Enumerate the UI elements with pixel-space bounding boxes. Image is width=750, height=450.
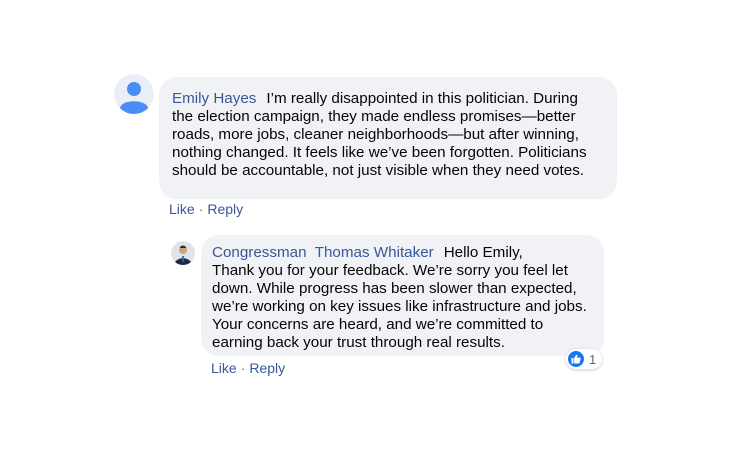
comment-text-line: I’m really disappointed in this politici…: [266, 90, 578, 107]
reply-text-line: we’re working on key issues like infrast…: [212, 298, 587, 315]
like-button[interactable]: Like: [211, 360, 237, 376]
comment-text-line: roads, more jobs, cleaner neighborhoods—…: [172, 126, 579, 143]
reply-text-line: down. While progress has been slower tha…: [212, 280, 577, 297]
thumbs-up-icon: [568, 351, 584, 367]
like-button[interactable]: Like: [169, 201, 195, 217]
user-silhouette-icon: [114, 74, 154, 114]
reply-bubble: Congressman Thomas Whitaker Hello Emily, …: [201, 235, 604, 356]
reaction-count: 1: [589, 351, 597, 367]
comment-actions: Like · Reply: [169, 201, 243, 217]
reply-author-name[interactable]: Congressman Thomas Whitaker: [212, 244, 434, 261]
comment-author-name[interactable]: Emily Hayes: [172, 90, 256, 107]
avatar-default-user[interactable]: [114, 74, 154, 114]
avatar-congressman[interactable]: [171, 241, 195, 265]
reply-text-line: Thank you for your feedback. We’re sorry…: [212, 262, 568, 279]
comment-text-line: nothing changed. It feels like we’ve bee…: [172, 144, 587, 161]
comment-bubble: Emily Hayes I’m really disappointed in th…: [159, 77, 617, 199]
reply-actions: Like · Reply: [211, 360, 285, 376]
reply-text-line: earning back your trust through real res…: [212, 334, 505, 351]
action-separator: ·: [198, 201, 204, 217]
action-separator: ·: [240, 360, 246, 376]
comment-text-line: should be accountable, not just visible …: [172, 162, 585, 179]
profile-photo-icon: [171, 241, 195, 265]
reply-button[interactable]: Reply: [249, 360, 285, 376]
reaction-badge[interactable]: 1: [566, 349, 603, 369]
reply-text-line: Your concerns are heard, and we’re commi…: [212, 316, 544, 333]
comment-text-line: the election campaign, they made endless…: [172, 108, 576, 125]
reply-greeting: Hello Emily,: [443, 244, 523, 261]
reply-button[interactable]: Reply: [207, 201, 243, 217]
